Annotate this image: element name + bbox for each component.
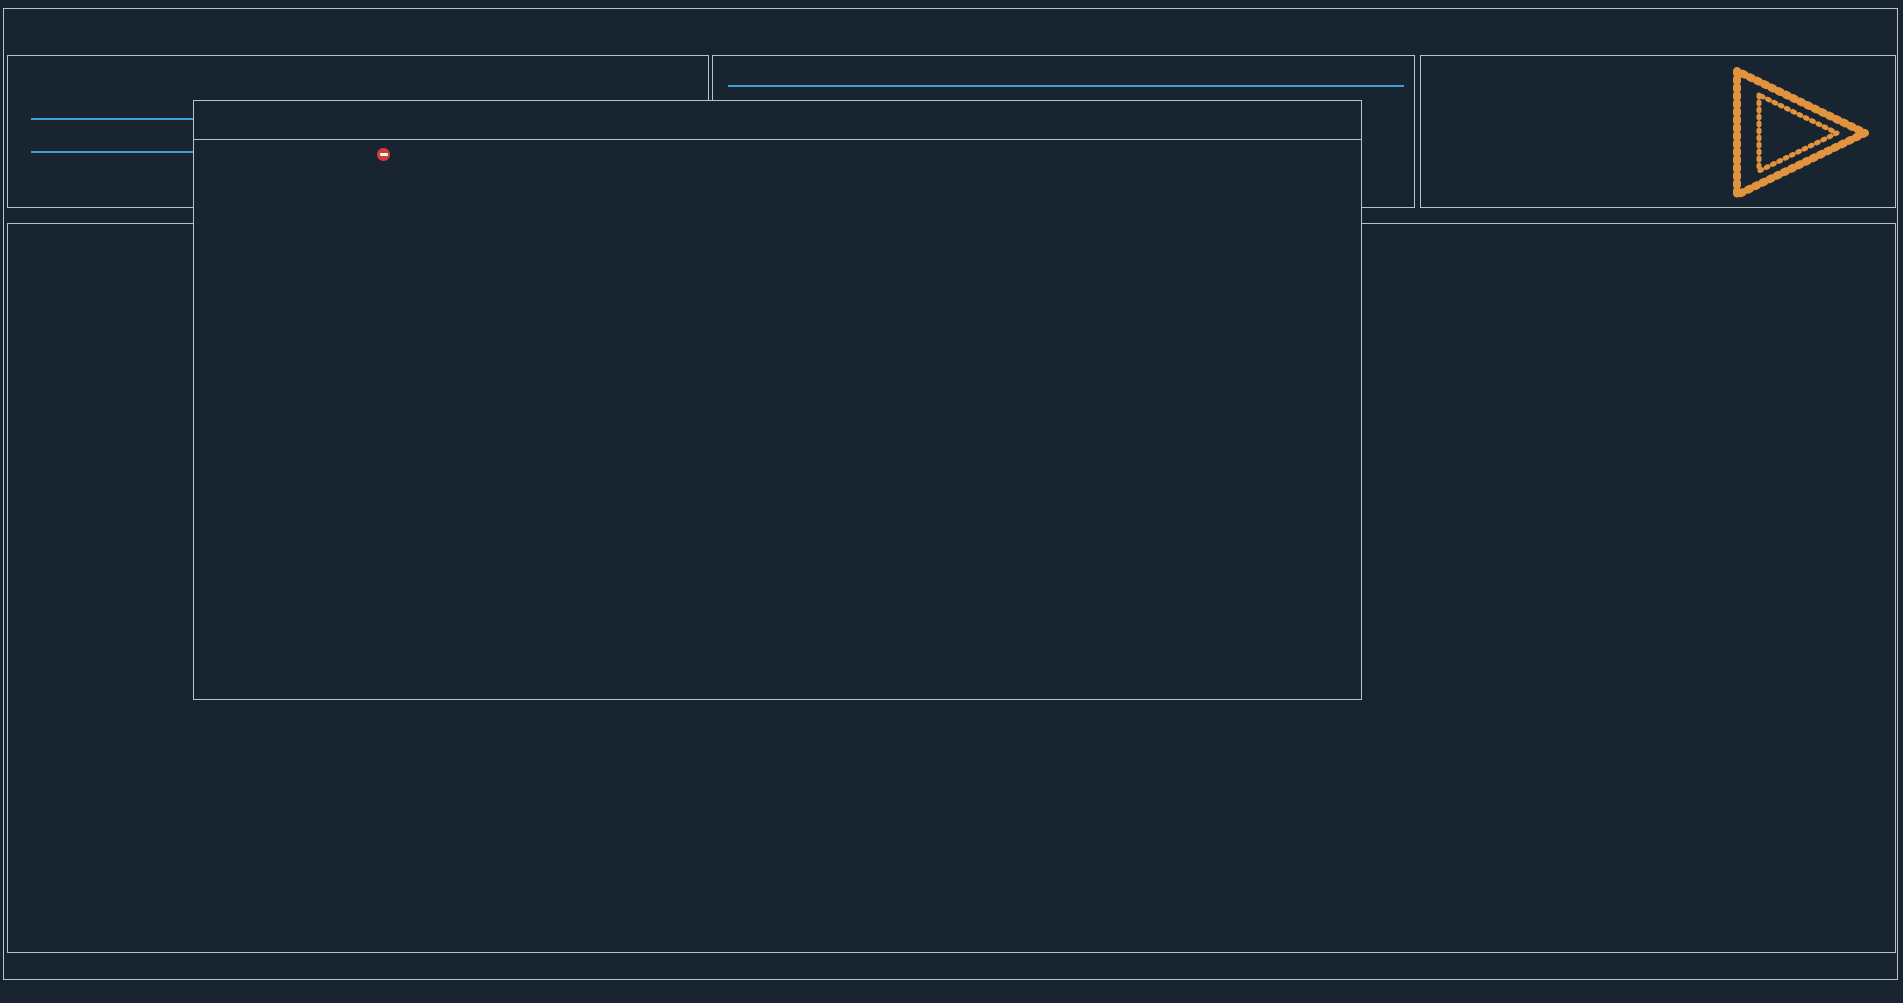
download-progress-line	[720, 78, 1408, 95]
download-item-title	[720, 61, 1408, 78]
movie-info-modal	[193, 100, 1362, 700]
header-quality[interactable]	[1247, 146, 1360, 162]
header-size[interactable]	[967, 146, 1067, 162]
header-language[interactable]	[1161, 146, 1247, 162]
rejected-icon	[377, 148, 390, 161]
header-age[interactable]	[301, 146, 377, 162]
header-marker-cell	[195, 146, 219, 162]
header-tags	[1377, 266, 1894, 283]
header-marker-cell	[9, 266, 32, 283]
header-rejected	[377, 146, 421, 162]
header-source[interactable]	[219, 146, 301, 162]
modal-separator	[194, 139, 1361, 140]
header-peers[interactable]	[1067, 146, 1161, 162]
app-root	[0, 0, 1903, 986]
download-progress-gauge	[728, 85, 1404, 87]
bottom-keybinds	[16, 958, 47, 1003]
uptime-line	[15, 78, 702, 95]
release-table-header	[195, 146, 1360, 162]
managarr-logo	[1723, 61, 1879, 205]
header-title[interactable]	[421, 146, 757, 162]
radarr-version-line	[15, 61, 702, 78]
logo-panel	[1420, 55, 1896, 208]
header-indexer[interactable]	[757, 146, 967, 162]
